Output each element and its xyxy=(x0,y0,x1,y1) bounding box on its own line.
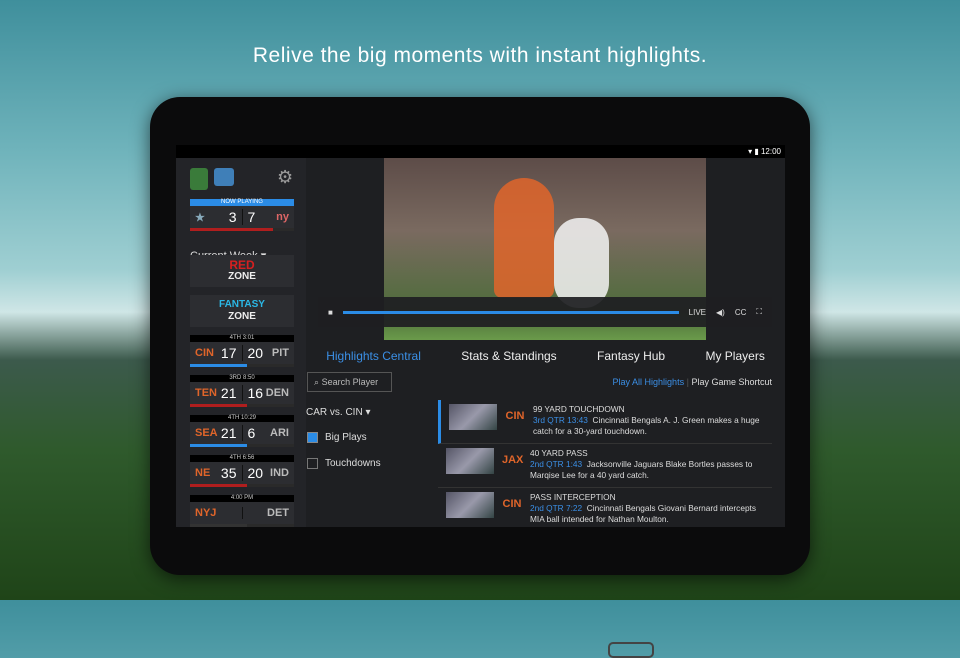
search-icon: ⌕ xyxy=(314,377,320,387)
tab-stats-standings[interactable]: Stats & Standings xyxy=(461,349,556,363)
highlight-time: 2nd QTR 1:43 xyxy=(530,459,583,469)
game-status: 4TH 6:56 xyxy=(190,455,294,462)
highlight-item[interactable]: CIN 99 YARD TOUCHDOWN 3rd QTR 13:43 Cinci… xyxy=(438,400,772,444)
score: 21 xyxy=(220,385,237,401)
status-bar: ▾ ▮ 12:00 xyxy=(176,145,785,158)
tab-my-players[interactable]: My Players xyxy=(705,349,764,363)
game-status: 4TH 10:29 xyxy=(190,415,294,422)
cc-button[interactable]: CC xyxy=(735,308,747,317)
status-time: 12:00 xyxy=(760,147,781,156)
game-card[interactable]: 4:00 PM NYJ DET xyxy=(190,495,294,527)
team-logo-icon: TEN xyxy=(195,387,217,399)
score: 7 xyxy=(247,209,256,225)
score: 21 xyxy=(220,425,237,441)
volume-icon[interactable]: ◀) xyxy=(716,308,725,317)
app-screen: ▾ ▮ 12:00 ⚙ NOW PLAYING ★37ny Current We… xyxy=(176,145,785,527)
tab-bar: Highlights Central Stats & Standings Fan… xyxy=(306,340,785,372)
tab-fantasy-hub[interactable]: Fantasy Hub xyxy=(597,349,665,363)
score: 20 xyxy=(247,345,264,361)
game-status: 3RD 8:50 xyxy=(190,375,294,382)
fantasy-zone-button[interactable]: FANTASY ZONE xyxy=(190,295,294,327)
highlight-title: 99 YARD TOUCHDOWN xyxy=(533,404,625,414)
play-game-shortcut-link[interactable]: Play Game Shortcut xyxy=(691,377,772,387)
tagline: Relive the big moments with instant high… xyxy=(252,44,708,67)
now-playing-label: NOW PLAYING xyxy=(190,199,294,206)
gear-icon[interactable]: ⚙ xyxy=(277,167,293,188)
big-plays-checkbox[interactable]: Big Plays xyxy=(307,432,367,443)
game-status: 4:00 PM xyxy=(190,495,294,502)
highlight-thumbnail xyxy=(446,448,494,474)
red-zone-button[interactable]: RED ZONE xyxy=(190,255,294,287)
progress-bar[interactable] xyxy=(342,310,679,314)
home-button[interactable] xyxy=(608,642,654,658)
video-controls: ■ LIVE ◀) CC ⛶ xyxy=(318,297,772,327)
score: 3 xyxy=(228,209,237,225)
team-logo-icon: CIN xyxy=(505,410,525,422)
team-logo-icon: CIN xyxy=(195,347,214,359)
team-logo-icon: NYJ xyxy=(195,507,217,519)
highlight-title: PASS INTERCEPTION xyxy=(530,492,616,502)
score: 35 xyxy=(220,465,237,481)
highlight-item[interactable]: CIN PASS INTERCEPTION 2nd QTR 7:22 Cincin… xyxy=(438,488,772,527)
team-logo-icon: IND xyxy=(270,467,289,479)
search-input[interactable]: ⌕ Search Player xyxy=(307,372,392,392)
fullscreen-icon[interactable]: ⛶ xyxy=(756,307,762,317)
chevron-down-icon: ▾ xyxy=(365,407,371,418)
checkbox-label: Big Plays xyxy=(325,432,367,443)
game-card[interactable]: 4TH 3:01 CIN 17 20 PIT xyxy=(190,335,294,367)
sidebar: ⚙ NOW PLAYING ★37ny Current Week ▾ REDZO… xyxy=(176,158,306,527)
tab-highlights-central[interactable]: Highlights Central xyxy=(326,349,421,363)
game-label: CAR vs. CIN xyxy=(306,407,363,418)
team-logo-icon: NE xyxy=(195,467,211,479)
score: 17 xyxy=(220,345,237,361)
score: 20 xyxy=(247,465,264,481)
game-card[interactable]: 3RD 8:50 TEN 21 16 DEN xyxy=(190,375,294,407)
team-logo-icon: CIN xyxy=(502,498,522,510)
search-placeholder: Search Player xyxy=(321,377,379,387)
fantasy-zone-logo: FANTASY xyxy=(219,299,265,310)
stop-icon[interactable]: ■ xyxy=(328,308,333,317)
team-logo-icon: ARI xyxy=(270,427,289,439)
game-card[interactable]: 4TH 6:56 NE 35 20 IND xyxy=(190,455,294,487)
team-logo-icon: ny xyxy=(276,211,289,223)
score: 16 xyxy=(247,385,264,401)
team-logo-icon: ★ xyxy=(195,211,205,224)
highlight-item[interactable]: JAX 40 YARD PASS 2nd QTR 1:43 Jacksonvill… xyxy=(438,444,772,488)
highlight-time: 3rd QTR 13:43 xyxy=(533,415,588,425)
game-dropdown[interactable]: CAR vs. CIN ▾ xyxy=(306,407,370,418)
play-all-highlights-link[interactable]: Play All Highlights xyxy=(613,377,685,387)
touchdowns-checkbox[interactable]: Touchdowns xyxy=(307,458,381,469)
highlight-title: 40 YARD PASS xyxy=(530,448,588,458)
game-status: 4TH 3:01 xyxy=(190,335,294,342)
team-logo-icon: SEA xyxy=(195,427,218,439)
app-logo xyxy=(190,168,236,190)
fantasy-zone-logo: ZONE xyxy=(228,311,256,322)
game-card[interactable]: 4TH 10:29 SEA 21 6 ARI xyxy=(190,415,294,447)
red-zone-logo: ZONE xyxy=(228,271,256,282)
highlight-thumbnail xyxy=(449,404,497,430)
team-logo-icon: DET xyxy=(267,507,289,519)
live-label: LIVE xyxy=(688,307,706,317)
red-zone-logo: RED xyxy=(229,258,255,272)
score: 6 xyxy=(247,425,256,441)
checkbox-label: Touchdowns xyxy=(325,458,381,469)
now-playing-card[interactable]: NOW PLAYING ★ 3 7 ny xyxy=(190,199,294,231)
team-logo-icon: DEN xyxy=(265,387,289,399)
highlight-time: 2nd QTR 7:22 xyxy=(530,503,583,513)
highlight-thumbnail xyxy=(446,492,494,518)
team-logo-icon: JAX xyxy=(502,454,524,466)
team-logo-icon: PIT xyxy=(271,347,289,359)
